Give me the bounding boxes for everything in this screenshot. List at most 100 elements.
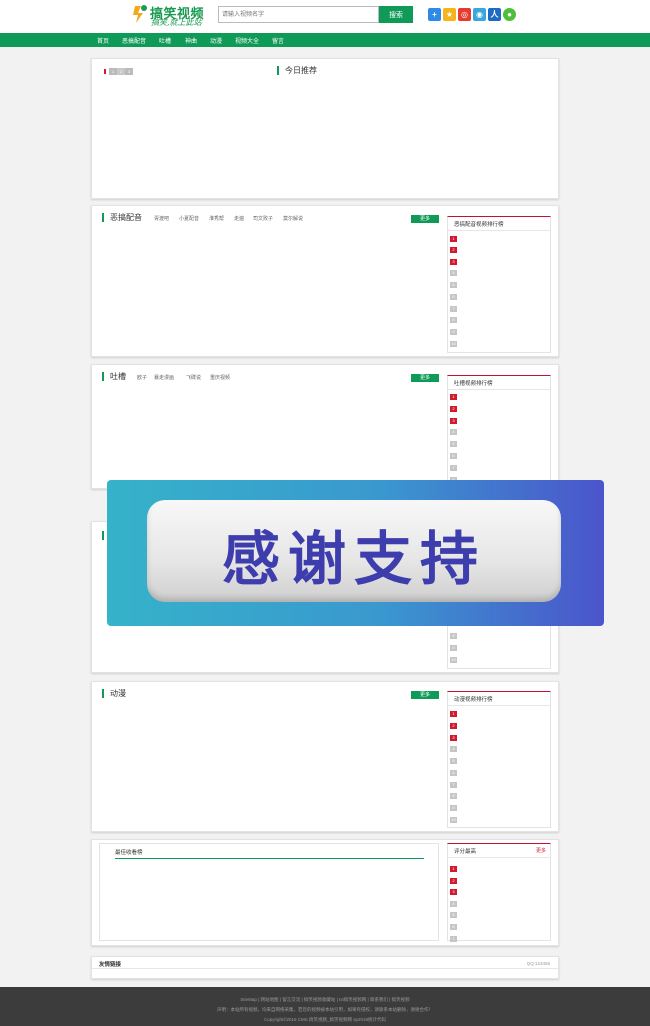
rank-number: 4 (450, 901, 457, 907)
rank-number: 1 (450, 236, 457, 242)
tencent-weibo-icon[interactable]: ◉ (473, 8, 486, 21)
slider-dot[interactable]: 2 (117, 68, 125, 75)
friend-links-title: 友情链接 (99, 962, 122, 968)
nav-item-songs[interactable]: 神曲 (185, 36, 197, 45)
thanks-text: 感谢支持 (221, 525, 486, 593)
thanks-overlay-banner[interactable]: 感谢支持 (107, 480, 604, 626)
slider-dot[interactable]: 3 (125, 68, 133, 75)
more-button[interactable]: 更多 (411, 691, 439, 699)
section-dubbing: 恶搞配音 胥渡吧 小夏配音 淮秀帮 走遍 司文败子 莫尔解说 更多 恶搞配音视频… (91, 205, 559, 357)
divider (92, 968, 558, 969)
sub-link[interactable]: 小夏配音 (179, 215, 199, 222)
fav-title: 最佳收看榜 (115, 850, 143, 856)
rank-number: 10 (450, 341, 457, 347)
sub-link[interactable]: 司文败子 (253, 215, 273, 222)
nav-item-tucao[interactable]: 吐槽 (159, 36, 171, 45)
score-rank-list: 评分最高 更多 1 2 3 4 5 6 7 (447, 843, 551, 942)
sub-link[interactable]: 飞碟说 (186, 374, 201, 381)
section-title[interactable]: 动漫 (110, 688, 126, 699)
rank-number: 7 (450, 465, 457, 471)
section-marker (102, 213, 104, 222)
section-anime: 动漫 更多 动漫视频排行榜 1 2 3 4 5 6 7 8 9 10 (91, 681, 559, 832)
renren-icon[interactable]: 人 (488, 8, 501, 21)
sub-link[interactable]: 淮秀帮 (209, 215, 224, 222)
rank-number: 6 (450, 770, 457, 776)
section-marker (277, 66, 279, 75)
more-button[interactable]: 更多 (411, 374, 439, 382)
section-title[interactable]: 恶搞配音 (110, 212, 142, 223)
nav-item-home[interactable]: 首页 (97, 36, 109, 45)
rank-number: 9 (450, 645, 457, 651)
footer-links[interactable]: SiteMap | 网站地图 | 留言交流 | 搞笑视频收藏站 | txt搞笑视… (0, 997, 650, 1003)
rank-number: 6 (450, 294, 457, 300)
slider-active-dot[interactable] (104, 69, 106, 74)
rank-number: 3 (450, 889, 457, 895)
rank-number: 7 (450, 306, 457, 312)
rank-number: 9 (450, 329, 457, 335)
rank-number: 1 (450, 394, 457, 400)
section-marker (102, 531, 104, 540)
sub-link[interactable]: 走遍 (234, 215, 244, 222)
rank-number: 10 (450, 657, 457, 663)
footer-copyright: Copyright©2016 CMS 搞笑视频_搞笑视频网 sp2019统计代码 (263, 1017, 387, 1022)
more-link[interactable]: 更多 (536, 847, 546, 854)
rank-number: 1 (450, 866, 457, 872)
rank-number: 6 (450, 924, 457, 930)
section-tucao: 吐槽 欧子 暴走漫画 飞碟说 重庆视频 更多 吐槽视频排行榜 1 2 3 4 5… (91, 364, 559, 490)
slider-dot[interactable]: 1 (109, 68, 117, 75)
thanks-button-graphic: 感谢支持 (147, 500, 561, 602)
rank-number: 8 (450, 793, 457, 799)
rank-title: 吐槽视频排行榜 (454, 381, 493, 387)
site-footer: SiteMap | 网站地图 | 留言交流 | 搞笑视频收藏站 | txt搞笑视… (0, 987, 650, 1026)
sub-link[interactable]: 欧子 (137, 374, 147, 381)
section-marker (102, 689, 104, 698)
rank-list: 恶搞配音视频排行榜 1 2 3 4 5 6 7 8 9 10 (447, 216, 551, 353)
rank-number: 2 (450, 723, 457, 729)
rank-number: 2 (450, 406, 457, 412)
search-button[interactable]: 搜索 (379, 6, 413, 23)
sub-link[interactable]: 胥渡吧 (154, 215, 169, 222)
rank-number: 3 (450, 735, 457, 741)
more-button[interactable]: 更多 (411, 215, 439, 223)
rank-number: 2 (450, 878, 457, 884)
rank-number: 8 (450, 633, 457, 639)
rank-number: 2 (450, 247, 457, 253)
divider (448, 389, 550, 390)
section-title[interactable]: 吐槽 (110, 371, 126, 382)
rank-number: 4 (450, 270, 457, 276)
rank-list: 动漫视频排行榜 1 2 3 4 5 6 7 8 9 10 (447, 691, 551, 828)
plus-share-icon[interactable]: + (428, 8, 441, 21)
rank-number: 3 (450, 259, 457, 265)
rank-number: 7 (450, 782, 457, 788)
rank-number: 5 (450, 758, 457, 764)
nav-item-all-videos[interactable]: 视频大全 (235, 36, 259, 45)
fav-panel: 最佳收看榜 (99, 843, 439, 941)
nav-item-anime[interactable]: 动漫 (210, 36, 222, 45)
divider (448, 857, 550, 858)
rank-number: 10 (450, 817, 457, 823)
rank-number: 8 (450, 317, 457, 323)
rank-number: 7 (450, 936, 457, 942)
rank-title: 恶搞配音视频排行榜 (454, 222, 504, 228)
star-share-icon[interactable]: ★ (443, 8, 456, 21)
nav-item-guestbook[interactable]: 留言 (272, 36, 284, 45)
rank-number: 5 (450, 912, 457, 918)
rank-number: 4 (450, 429, 457, 435)
today-title: 今日推荐 (285, 66, 317, 75)
rank-number: 4 (450, 746, 457, 752)
divider (448, 705, 550, 706)
sub-link[interactable]: 暴走漫画 (154, 374, 174, 381)
score-title: 评分最高 (454, 849, 477, 855)
section-marker (102, 372, 104, 381)
rank-number: 6 (450, 453, 457, 459)
search-input[interactable] (218, 6, 379, 23)
weibo-icon[interactable]: ◎ (458, 8, 471, 21)
rank-title: 动漫视频排行榜 (454, 697, 493, 703)
main-nav: 首页 恶搞配音 吐槽 神曲 动漫 视频大全 留言 (0, 33, 650, 47)
wechat-icon[interactable]: ● (503, 8, 516, 21)
sub-link[interactable]: 重庆视频 (210, 374, 230, 381)
sub-link[interactable]: 莫尔解说 (283, 215, 303, 222)
rank-number: 5 (450, 441, 457, 447)
nav-item-dubbing[interactable]: 恶搞配音 (122, 36, 146, 45)
rank-number: 1 (450, 711, 457, 717)
